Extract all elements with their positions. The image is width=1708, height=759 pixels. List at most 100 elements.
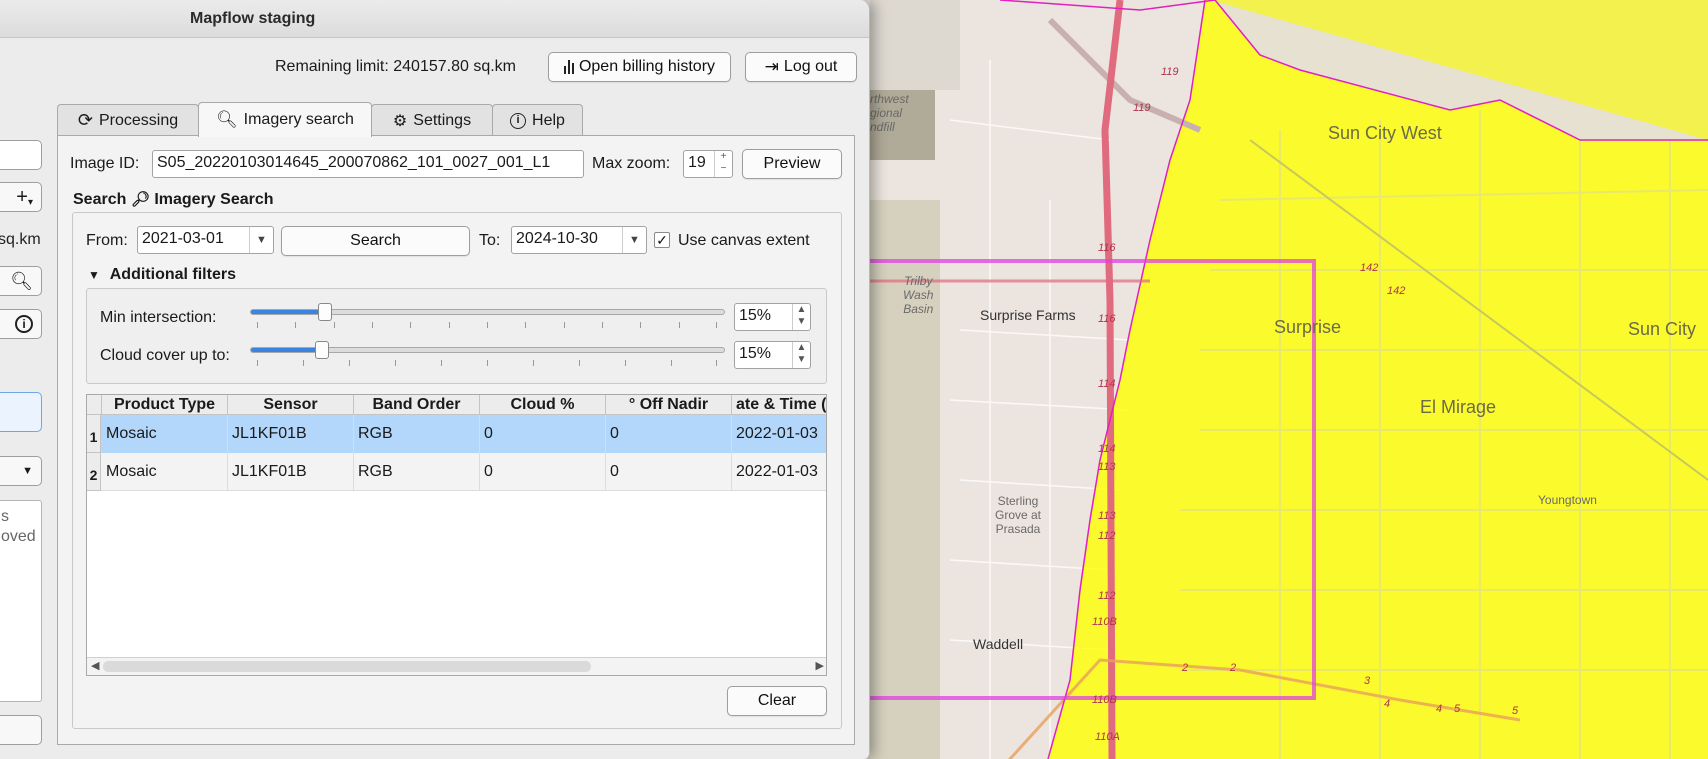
cloud-cover-value: 15% (739, 345, 772, 362)
cloud-cover-slider-fill (251, 348, 321, 352)
table-cell[interactable]: JL1KF01B (228, 453, 354, 491)
to-date-dropdown-icon[interactable]: ▼ (622, 227, 646, 253)
preview-button[interactable]: Preview (742, 149, 842, 179)
table-cell[interactable]: Mosaic (102, 453, 228, 491)
bar-chart-icon (563, 60, 574, 74)
tab-help[interactable]: i Help (492, 104, 583, 136)
max-zoom-label: Max zoom: (592, 155, 671, 172)
min-intersection-spinbox[interactable]: 15% ▲ ▼ (734, 303, 811, 331)
table-cell[interactable]: 2022-01-03 (732, 453, 826, 491)
landmark-line-5: Wash (903, 288, 934, 302)
column-header-band-order[interactable]: Band Order (354, 395, 480, 415)
use-canvas-extent-checkbox[interactable]: ✓ (654, 232, 670, 248)
road-label: 142 (1360, 262, 1379, 274)
info-icon: i (510, 112, 527, 129)
road-label: 113 (1098, 510, 1116, 522)
window-titlebar[interactable]: Mapflow staging (0, 0, 869, 38)
from-date-dropdown-icon[interactable]: ▼ (249, 227, 273, 253)
scroll-right-icon[interactable]: ▶ (816, 659, 824, 672)
scrollbar-thumb[interactable] (103, 661, 591, 672)
landmark-line-9: Prasada (995, 522, 1041, 536)
table-cell[interactable]: 2022-01-03 (732, 415, 826, 453)
table-horizontal-scrollbar[interactable]: ◀ ▶ (87, 657, 826, 675)
search-section-title: Search 🔎︎ Imagery Search (73, 190, 274, 209)
road-label: 2 (1182, 662, 1189, 674)
road-label: 5 (1512, 705, 1519, 717)
side-search-button[interactable]: 🔍︎ (0, 266, 42, 296)
additional-filters-label: Additional filters (109, 266, 236, 283)
logout-icon: ⇥ (764, 57, 779, 76)
map-label-surprise-farms: Surprise Farms (980, 307, 1076, 323)
additional-filters-toggle[interactable]: ▼ Additional filters (88, 266, 236, 284)
map-label-trilby-wash: Trilby Wash Basin (903, 274, 933, 316)
side-log-line-2: oved (1, 528, 36, 545)
max-zoom-spinbox[interactable]: 19 + − (683, 150, 733, 178)
to-date-field[interactable]: 2024-10-30 ▼ (511, 226, 647, 254)
spin-arrows-icon[interactable]: ▲ ▼ (792, 342, 810, 368)
clear-button[interactable]: Clear (727, 686, 827, 716)
clear-label: Clear (757, 692, 797, 709)
max-zoom-value: 19 (688, 154, 706, 171)
side-bottom-button[interactable] (0, 715, 42, 745)
side-text-input[interactable] (0, 140, 42, 170)
map-label-youngtown: Youngtown (1538, 493, 1597, 507)
map-label-landfill: rthwest gional ndfill (870, 92, 909, 134)
column-header-cloud[interactable]: Cloud % (480, 395, 606, 415)
landmark-line-8: Grove at (995, 508, 1042, 522)
table-cell[interactable]: 0 (480, 453, 606, 491)
image-id-field[interactable]: S05_20220103014645_200070862_101_0027_00… (152, 150, 584, 178)
log-out-button[interactable]: ⇥ Log out (745, 52, 857, 82)
side-primary-button[interactable] (0, 392, 42, 432)
road-label: 4 (1436, 703, 1443, 715)
row-number[interactable]: 2 (87, 453, 101, 491)
add-provider-button[interactable]: + ▾ (0, 182, 42, 212)
row-number[interactable]: 1 (87, 415, 101, 453)
road-label: 116 (1098, 313, 1116, 325)
cloud-cover-slider[interactable] (250, 341, 725, 359)
search-icon: 🔍︎ (10, 270, 33, 291)
column-header-date-time[interactable]: ate & Time ( (732, 395, 826, 415)
road-label: 112 (1098, 590, 1116, 602)
side-sq-km-text: sq.km (0, 231, 41, 248)
table-row[interactable]: 1 Mosaic JL1KF01B RGB 0 0 2022-01-03 (87, 415, 826, 453)
cloud-cover-label: Cloud cover up to: (100, 347, 230, 364)
table-cell[interactable]: 0 (606, 415, 732, 453)
tab-help-label: Help (532, 111, 565, 129)
spin-arrows-icon[interactable]: + − (714, 151, 732, 177)
table-cell[interactable]: 0 (606, 453, 732, 491)
tab-processing[interactable]: ⟳ Processing (57, 104, 199, 136)
side-info-button[interactable]: i (0, 309, 42, 339)
table-cell[interactable]: RGB (354, 415, 480, 453)
open-billing-history-button[interactable]: Open billing history (548, 52, 731, 82)
table-cell[interactable]: 0 (480, 415, 606, 453)
min-intersection-slider-handle[interactable] (318, 303, 332, 321)
spin-arrows-icon[interactable]: ▲ ▼ (792, 304, 810, 330)
info-icon: i (15, 315, 33, 333)
tab-processing-label: Processing (98, 111, 179, 129)
side-dropdown[interactable]: ▼ (0, 456, 42, 486)
table-cell[interactable]: RGB (354, 453, 480, 491)
min-intersection-ticks (257, 322, 717, 328)
use-canvas-extent-label: Use canvas extent (678, 232, 810, 249)
min-intersection-label: Min intersection: (100, 309, 217, 326)
remaining-limit-text: Remaining limit: 240157.80 sq.km (275, 58, 517, 75)
search-button[interactable]: Search (281, 226, 470, 256)
min-intersection-slider-fill (251, 310, 321, 314)
column-header-sensor[interactable]: Sensor (228, 395, 354, 415)
cloud-cover-slider-handle[interactable] (315, 341, 329, 359)
column-header-product-type[interactable]: Product Type (102, 395, 228, 415)
min-intersection-slider[interactable] (250, 303, 725, 321)
column-header-off-nadir[interactable]: ° Off Nadir (606, 395, 732, 415)
tab-settings[interactable]: ⚙︎ Settings (371, 104, 493, 136)
scroll-left-icon[interactable]: ◀ (91, 659, 99, 672)
cloud-cover-spinbox[interactable]: 15% ▲ ▼ (734, 341, 811, 369)
from-date-field[interactable]: 2021-03-01 ▼ (137, 226, 274, 254)
table-row[interactable]: 2 Mosaic JL1KF01B RGB 0 0 2022-01-03 (87, 453, 826, 491)
table-cell[interactable]: Mosaic (102, 415, 228, 453)
map-label-sun-city: Sun City (1628, 319, 1697, 339)
imagery-results-table[interactable]: Product Type Sensor Band Order Cloud % °… (86, 394, 827, 676)
tab-imagery-search[interactable]: 🔍︎ Imagery search (198, 102, 372, 137)
to-label: To: (479, 232, 501, 249)
table-cell[interactable]: JL1KF01B (228, 415, 354, 453)
landmark-line-1: rthwest (870, 92, 909, 106)
